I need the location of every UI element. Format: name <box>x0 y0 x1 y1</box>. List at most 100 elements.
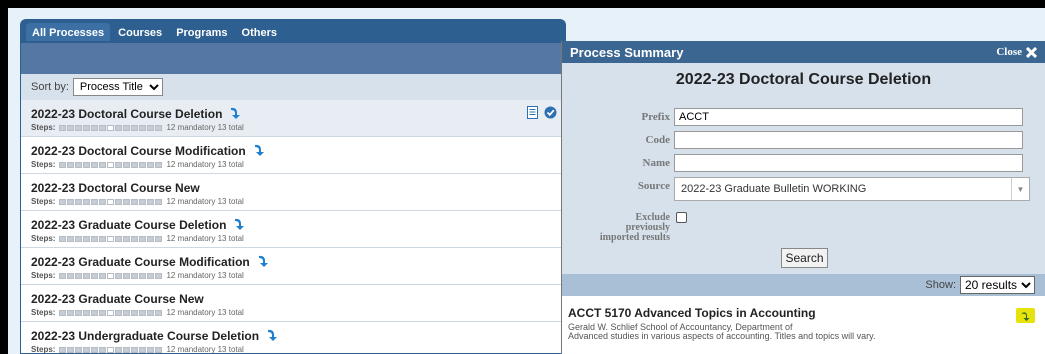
process-title: 2022-23 Doctoral Course Modification <box>31 144 246 158</box>
sort-select[interactable]: Process Title <box>72 78 163 96</box>
step-box <box>99 309 107 316</box>
steps-count: 12 mandatory 13 total <box>166 123 244 132</box>
step-box <box>147 161 155 168</box>
name-label: Name <box>642 157 671 169</box>
prefix-input[interactable] <box>674 108 1023 126</box>
tab-others[interactable]: Others <box>236 23 283 43</box>
process-steps: Steps: 12 mandatory 13 total <box>31 234 565 243</box>
process-steps: Steps: 12 mandatory 13 total <box>31 308 565 317</box>
step-box <box>75 309 83 316</box>
process-list-item[interactable]: 2022-23 Doctoral Course Modification Step… <box>21 137 565 174</box>
step-box <box>67 198 75 205</box>
close-button[interactable]: Close <box>996 46 1037 58</box>
process-title-row: 2022-23 Undergraduate Course Deletion <box>31 329 565 343</box>
process-list-item[interactable]: 2022-23 Graduate Course Modification Step… <box>21 248 565 285</box>
tab-courses[interactable]: Courses <box>112 23 168 43</box>
step-box <box>59 346 67 353</box>
process-title-row: 2022-23 Graduate Course New <box>31 292 565 306</box>
step-box <box>155 124 163 131</box>
step-box <box>155 235 163 242</box>
step-box <box>131 235 139 242</box>
step-box <box>155 161 163 168</box>
process-steps: Steps: 12 mandatory 13 total <box>31 160 565 169</box>
step-box <box>155 346 163 353</box>
step-box <box>99 161 107 168</box>
add-result-button[interactable] <box>1016 308 1035 323</box>
step-box <box>75 161 83 168</box>
sort-bar: Sort by: Process Title <box>21 74 565 100</box>
step-box <box>115 346 123 353</box>
search-button[interactable]: Search <box>781 248 828 268</box>
process-steps: Steps: 12 mandatory 13 total <box>31 123 565 132</box>
step-box <box>155 309 163 316</box>
steps-count: 12 mandatory 13 total <box>166 160 244 169</box>
process-list-item[interactable]: 2022-23 Doctoral Course New Steps: 12 mand… <box>21 174 565 211</box>
step-box <box>139 198 147 205</box>
tab-all-processes[interactable]: All Processes <box>26 23 111 43</box>
steps-progress <box>59 161 163 168</box>
steps-count: 12 mandatory 13 total <box>166 271 244 280</box>
step-box <box>59 124 67 131</box>
step-box <box>131 309 139 316</box>
step-box <box>107 346 115 353</box>
step-box <box>83 272 91 279</box>
step-box <box>91 198 99 205</box>
steps-count: 12 mandatory 13 total <box>166 197 244 206</box>
step-box <box>123 309 131 316</box>
process-list-item[interactable]: 2022-23 Graduate Course New Steps: 12 mand… <box>21 285 565 322</box>
step-box <box>67 309 75 316</box>
step-box <box>75 124 83 131</box>
steps-progress <box>59 346 163 353</box>
summary-header: Process Summary Close <box>562 41 1045 63</box>
check-circle-icon[interactable] <box>544 106 557 122</box>
steps-label: Steps: <box>31 160 56 169</box>
step-box <box>123 235 131 242</box>
document-icon[interactable] <box>526 106 539 122</box>
step-box <box>131 272 139 279</box>
steps-progress <box>59 309 163 316</box>
step-box <box>147 346 155 353</box>
step-box <box>115 198 123 205</box>
steps-label: Steps: <box>31 271 56 280</box>
step-box <box>83 161 91 168</box>
step-box <box>147 198 155 205</box>
curved-arrow-icon <box>228 107 242 121</box>
process-list-item[interactable]: 2022-23 Doctoral Course Deletion Steps: 12… <box>21 100 565 137</box>
step-box <box>59 272 67 279</box>
step-box <box>67 346 75 353</box>
step-box <box>83 235 91 242</box>
step-box <box>123 272 131 279</box>
steps-progress <box>59 198 163 205</box>
step-box <box>99 124 107 131</box>
source-select[interactable]: 2022-23 Graduate Bulletin WORKING ▼ <box>674 177 1030 201</box>
show-label: Show: <box>925 279 956 291</box>
code-input[interactable] <box>674 131 1023 149</box>
process-list: 2022-23 Doctoral Course Deletion Steps: 12… <box>21 100 565 354</box>
exclude-label: Exclude previously imported results <box>562 213 670 243</box>
process-title: 2022-23 Doctoral Course Deletion <box>31 107 223 121</box>
steps-progress <box>59 124 163 131</box>
exclude-checkbox[interactable] <box>676 212 687 223</box>
step-box <box>123 198 131 205</box>
process-list-item[interactable]: 2022-23 Undergraduate Course Deletion Ste… <box>21 322 565 354</box>
results-count-select[interactable]: 20 results <box>960 276 1035 294</box>
step-box <box>99 346 107 353</box>
curved-arrow-icon <box>232 218 246 232</box>
process-title-row: 2022-23 Graduate Course Modification <box>31 255 565 269</box>
step-box <box>115 161 123 168</box>
steps-progress <box>59 272 163 279</box>
name-input[interactable] <box>674 154 1023 172</box>
process-title: 2022-23 Graduate Course Modification <box>31 255 250 269</box>
process-list-item[interactable]: 2022-23 Graduate Course Deletion Steps: 12… <box>21 211 565 248</box>
step-box <box>107 161 115 168</box>
steps-count: 12 mandatory 13 total <box>166 308 244 317</box>
step-box <box>155 198 163 205</box>
process-steps: Steps: 12 mandatory 13 total <box>31 271 565 280</box>
process-title: 2022-23 Graduate Course New <box>31 292 204 306</box>
process-steps: Steps: 12 mandatory 13 total <box>31 345 565 354</box>
step-box <box>99 198 107 205</box>
process-title-row: 2022-23 Doctoral Course Modification <box>31 144 565 158</box>
tab-programs[interactable]: Programs <box>170 23 233 43</box>
result-item[interactable]: ACCT 5170 Advanced Topics in Accounting … <box>562 296 1045 341</box>
step-box <box>75 198 83 205</box>
